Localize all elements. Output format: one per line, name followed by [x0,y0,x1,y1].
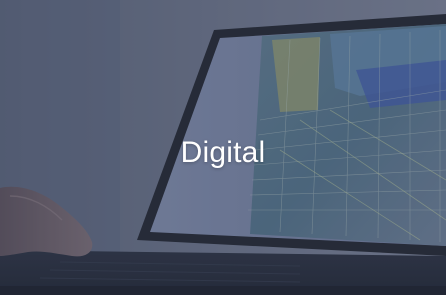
category-label: Digital [180,136,266,169]
image-card[interactable]: Digital [0,0,446,295]
